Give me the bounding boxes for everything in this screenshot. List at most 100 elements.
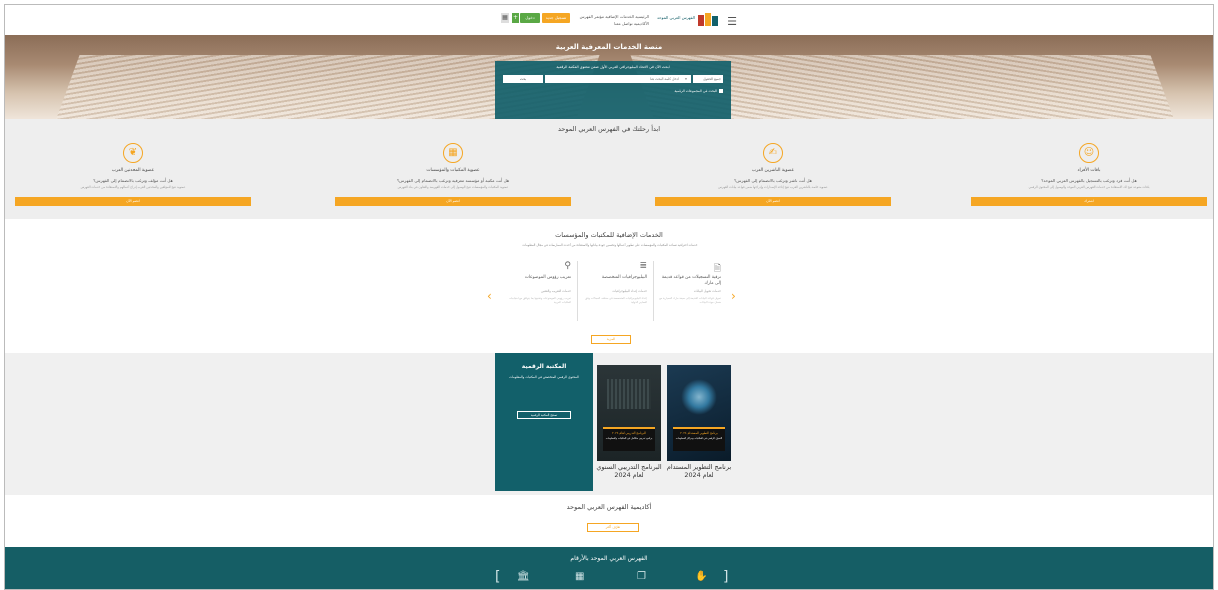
building-icon: ▦	[575, 571, 585, 582]
nav-link-services[interactable]: الخدمات الإضافية	[605, 14, 634, 19]
library-icon: ▦	[443, 143, 463, 163]
checkbox-box[interactable]	[719, 89, 723, 93]
bank-icon: 🏛	[517, 571, 530, 582]
card-button[interactable]: اشترك	[971, 197, 1207, 206]
nav-link-conference[interactable]: مؤتمر الفهرس	[580, 14, 604, 19]
nav-links: الرئيسية الخدمات الإضافية مؤتمر الفهرس ا…	[559, 13, 649, 27]
service-subtitle: خدمات تحويل البيانات	[693, 289, 721, 293]
book-cover-development[interactable]: برنامج التطوير المستدام ٢٠٢٤ التحول الرق…	[667, 365, 731, 461]
library-subtitle: المحتوى الرقمي المتخصص في المكتبات والمع…	[509, 375, 579, 379]
nav-link-contact[interactable]: تواصل معنا	[614, 21, 633, 26]
cover-title: البرنامج التدريبي لعام ٢٠٢٤	[612, 431, 646, 435]
search-type-select[interactable]: ▾	[681, 75, 691, 83]
card-description: عضوية المكتبات والمؤسسات تتيح الوصول إلى…	[397, 185, 509, 189]
card-individuals: ☺ باقات الأفراد هل أنت فرد وترغب بالتسجي…	[971, 143, 1207, 206]
nav-link-home[interactable]: الرئيسية	[635, 14, 649, 19]
service-card-bibliographies[interactable]: ≣ الببليوجرافيات المتخصصة خدمات إعداد ال…	[579, 261, 653, 321]
books-icon: ≣	[639, 261, 647, 271]
site-logo[interactable]	[697, 12, 723, 28]
library-title: المكتبة الرقمية	[521, 363, 567, 370]
register-button[interactable]: تسجيل جديد	[542, 13, 570, 23]
service-title: الببليوجرافيات المتخصصة	[601, 275, 647, 280]
nav-bar: ☰ الفهرس العربي الموحد الرئيسية الخدمات …	[501, 11, 737, 33]
digital-library-section: المكتبة الرقمية المحتوى الرقمي المتخصص ف…	[5, 353, 1213, 495]
handshake-icon: ✋	[695, 571, 708, 582]
apps-grid-icon[interactable]: ▦	[501, 13, 509, 23]
bracket-right: ]	[723, 569, 729, 585]
book-caption[interactable]: البرنامج التدريبي السنوي لعام 2024	[596, 463, 662, 479]
service-subtitle: خدمات التعريب والتقنين	[541, 289, 571, 293]
cover-image	[681, 379, 717, 415]
service-divider	[577, 261, 578, 321]
service-card-subject-headings[interactable]: ⚲ تعريب رؤوس الموضوعات خدمات التعريب وال…	[503, 261, 577, 321]
login-button[interactable]: دخول	[520, 13, 540, 23]
card-title: عضوية المكتبات والمؤسسات	[426, 168, 480, 173]
cover-title: برنامج التطوير المستدام ٢٠٢٤	[680, 431, 718, 435]
cover-band: برنامج التطوير المستدام ٢٠٢٤ التحول الرق…	[673, 427, 725, 451]
card-button[interactable]: انضم الآن	[655, 197, 891, 206]
service-description: تعريب رؤوس الموضوعات وتقنينها بما يتوافق…	[509, 297, 571, 304]
services-subtitle: خدمات احترافية تساعد المكتبات والمؤسسات …	[522, 243, 698, 247]
archive-icon: ❦	[123, 143, 143, 163]
start-journey-section: ابدأ رحلتك في الفهرس العربي الموحد ☺ باق…	[5, 119, 1213, 219]
hero-title: منصة الخدمات المعرفية العربية	[555, 43, 663, 51]
card-libraries: ▦ عضوية المكتبات والمؤسسات هل أنت مكتبة …	[335, 143, 571, 206]
tag-icon: ⚲	[564, 261, 571, 271]
search-field-select[interactable]: جميع الحقول	[693, 75, 723, 83]
card-description: باقات متنوعة تتيح لك الاستفادة من خدمات …	[1028, 185, 1150, 189]
card-description: عضوية تتيح للمؤلفين والمحدثين العرب إدرا…	[80, 185, 186, 189]
stats-title: الفهرس العربي الموحد بالأرقام	[570, 555, 648, 562]
service-description: تحويل قواعد البيانات القديمة إلى صيغة ما…	[659, 297, 721, 304]
card-question: هل أنت فرد وترغب بالتسجيل بالفهرس العربي…	[1041, 178, 1137, 183]
academy-button[interactable]: تعرّف أكثر	[587, 523, 639, 532]
card-question: هل أنت ناشر وترغب بالانضمام إلى الفهرس؟	[734, 178, 812, 183]
search-button[interactable]: بحث	[503, 75, 543, 83]
additional-services-section: الخدمات الإضافية للمكتبات والمؤسسات خدما…	[5, 219, 1213, 353]
search-panel: ابحث الآن في الاتحاد الببليوجرافي العربي…	[495, 61, 731, 119]
carousel-prev-icon[interactable]: ‹	[487, 289, 492, 303]
publisher-icon: ✍	[763, 143, 783, 163]
card-description: عضوية خاصة بالناشرين العرب تتيح إتاحة ال…	[718, 185, 828, 189]
checkbox-label: البحث في المجموعات الرقمية	[674, 89, 717, 93]
user-icon: ☺	[1079, 143, 1099, 163]
search-input[interactable]	[545, 75, 681, 83]
service-card-marc[interactable]: 🗎 ترقية التسجيلات من قواعد قديمة إلى مار…	[653, 261, 727, 321]
carousel-next-icon[interactable]: ›	[731, 289, 736, 303]
cover-subtitle: التحول الرقمي في المكتبات ومراكز المعلوم…	[675, 437, 723, 440]
hero-banner: منصة الخدمات المعرفية العربية ابحث الآن …	[5, 35, 1213, 119]
browse-library-button[interactable]: تصفح المكتبة الرقمية	[517, 411, 571, 419]
digital-collections-checkbox[interactable]: البحث في المجموعات الرقمية	[674, 89, 723, 93]
stats-footer: الفهرس العربي الموحد بالأرقام [ 🏛 ▦ ❐ ✋ …	[5, 547, 1213, 589]
cover-image	[607, 379, 651, 409]
service-title: تعريب رؤوس الموضوعات	[524, 275, 571, 280]
search-heading: ابحث الآن في الاتحاد الببليوجرافي العربي…	[556, 65, 670, 69]
page-frame: ☰ الفهرس العربي الموحد الرئيسية الخدمات …	[4, 4, 1214, 590]
card-button[interactable]: انضم الآن	[335, 197, 571, 206]
service-subtitle: خدمات إعداد الببليوجرافيات	[612, 289, 647, 293]
logo-text: الفهرس العربي الموحد	[656, 15, 695, 20]
card-button[interactable]: انضم الآن	[15, 197, 251, 206]
book-caption[interactable]: برنامج التطوير المستدام لعام 2024	[666, 463, 732, 479]
card-title: عضوية المحدثين العرب	[111, 168, 155, 173]
cover-subtitle: برنامج تدريبي متكامل في المكتبات والمعلو…	[605, 437, 653, 440]
card-publishers: ✍ عضوية الناشرين العرب هل أنت ناشر وترغب…	[655, 143, 891, 206]
service-title: ترقية التسجيلات من قواعد قديمة إلى مارك	[661, 275, 721, 286]
bracket-left: [	[495, 569, 501, 585]
service-description: إعداد الببليوجرافيات المتخصصة في مختلف ا…	[585, 297, 647, 304]
services-more-button[interactable]: المزيد	[591, 335, 631, 344]
academy-section: أكاديمية الفهرس العربي الموحد تعرّف أكثر	[5, 495, 1213, 547]
book-cover-training[interactable]: البرنامج التدريبي لعام ٢٠٢٤ برنامج تدريب…	[597, 365, 661, 461]
plus-button[interactable]: +	[512, 13, 519, 23]
service-divider	[653, 261, 654, 321]
academy-title: أكاديمية الفهرس العربي الموحد	[566, 503, 652, 511]
card-authors: ❦ عضوية المحدثين العرب هل أنت مؤلف وترغب…	[15, 143, 251, 206]
card-question: هل أنت مؤلف وترغب بالانضمام إلى الفهرس؟	[93, 178, 173, 183]
cover-band: البرنامج التدريبي لعام ٢٠٢٤ برنامج تدريب…	[603, 427, 655, 451]
menu-icon[interactable]: ☰	[727, 15, 737, 28]
digital-library-panel: المكتبة الرقمية المحتوى الرقمي المتخصص ف…	[495, 353, 593, 491]
start-section-title: ابدأ رحلتك في الفهرس العربي الموحد	[557, 125, 661, 133]
card-question: هل أنت مكتبة أو مؤسسة معرفية وترغب بالان…	[396, 178, 510, 183]
nav-link-academy[interactable]: الأكاديمية	[634, 21, 649, 26]
card-title: باقات الأفراد	[1077, 168, 1101, 173]
document-stack-icon: ❐	[637, 571, 646, 582]
